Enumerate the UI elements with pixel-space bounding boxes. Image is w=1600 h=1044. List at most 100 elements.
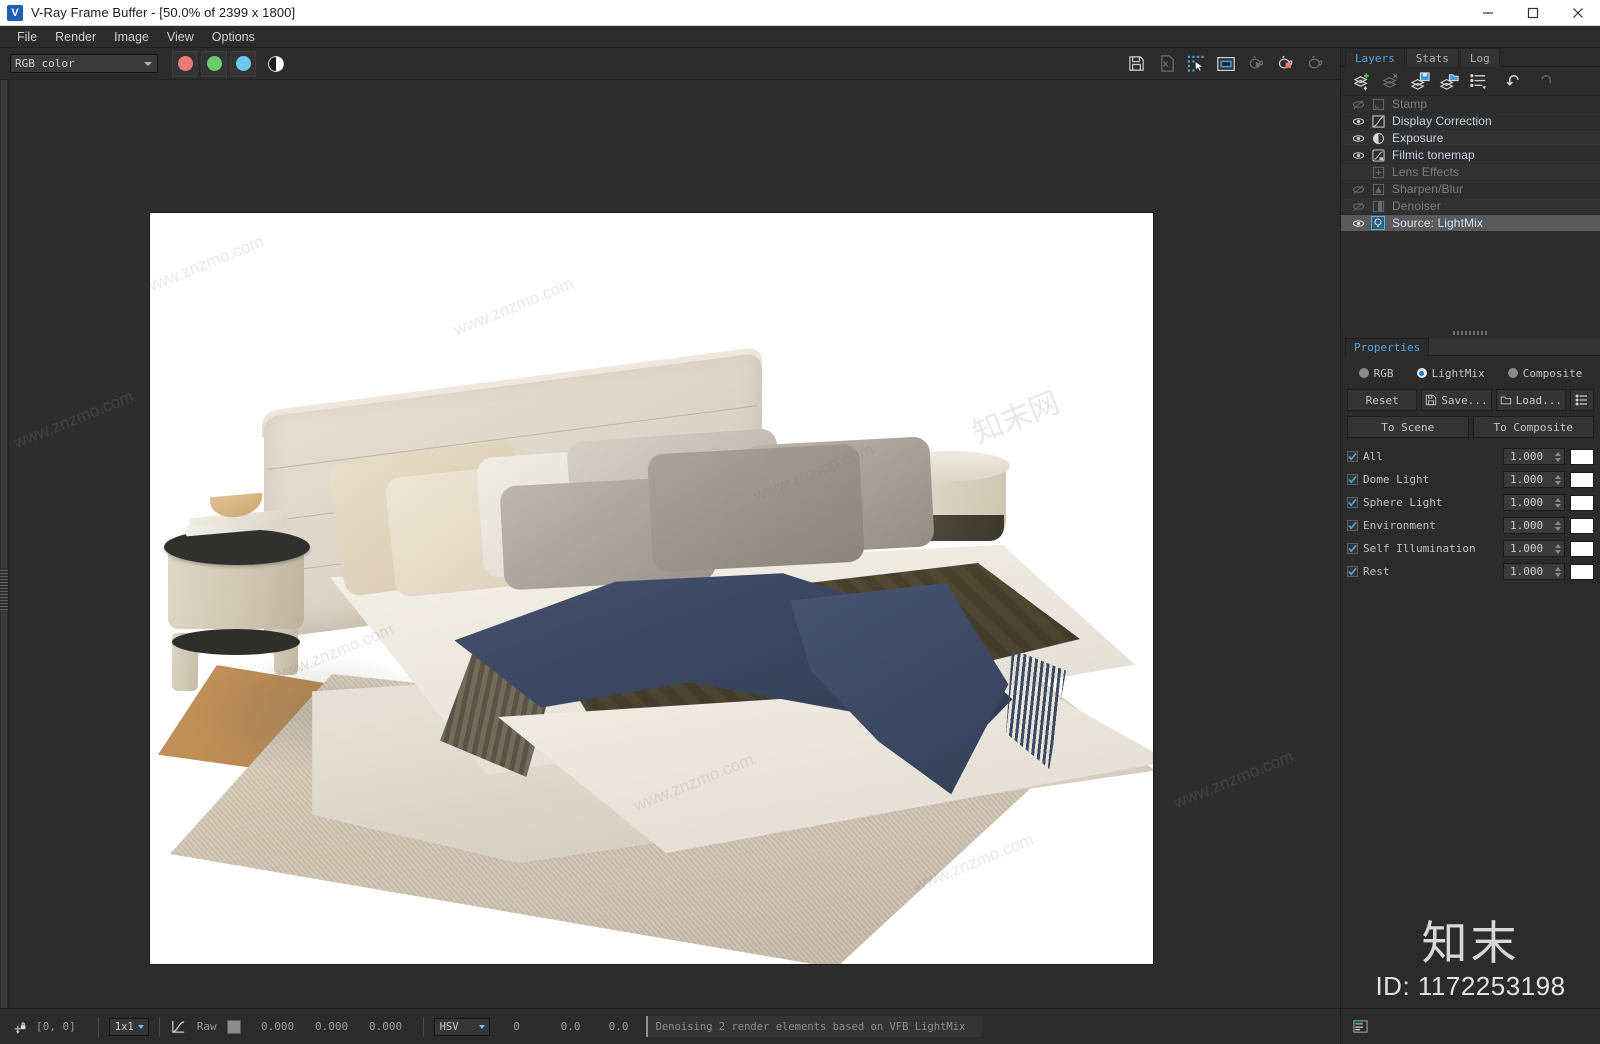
stepper-arrows-icon[interactable]: [1555, 543, 1561, 554]
delete-layer-icon[interactable]: [1378, 69, 1405, 93]
checkbox-checked-icon[interactable]: [1347, 520, 1358, 531]
light-color-swatch[interactable]: [1570, 563, 1594, 580]
divider: [422, 1016, 424, 1037]
visibility-off-icon[interactable]: [1347, 200, 1369, 213]
visibility-off-icon[interactable]: [1347, 183, 1369, 196]
list-menu-button[interactable]: [1569, 389, 1594, 411]
checkbox-checked-icon[interactable]: [1347, 497, 1358, 508]
stepper-arrows-icon[interactable]: [1555, 451, 1561, 462]
checkbox-checked-icon[interactable]: [1347, 543, 1358, 554]
load-button[interactable]: Load...: [1495, 389, 1566, 411]
menu-options[interactable]: Options: [203, 28, 264, 46]
channel-select-dropdown[interactable]: RGB color: [10, 54, 158, 73]
alpha-channel-button[interactable]: [264, 52, 288, 76]
save-image-icon[interactable]: [1122, 51, 1150, 77]
visibility-on-icon[interactable]: [1347, 115, 1369, 128]
layer-row[interactable]: Stamp: [1341, 96, 1600, 113]
redo-icon[interactable]: [1531, 69, 1558, 93]
light-color-swatch[interactable]: [1570, 540, 1594, 557]
radio-rgb[interactable]: RGB: [1358, 367, 1393, 380]
render-last-icon[interactable]: [1242, 51, 1270, 77]
undo-icon[interactable]: [1502, 69, 1529, 93]
pixel-lock-icon[interactable]: [12, 1019, 28, 1035]
stepper-arrows-icon[interactable]: [1555, 497, 1561, 508]
checkbox-checked-icon[interactable]: [1347, 451, 1358, 462]
panel-layout-icon[interactable]: [1353, 1019, 1368, 1034]
stepper-arrows-icon[interactable]: [1555, 474, 1561, 485]
tab-properties[interactable]: Properties: [1345, 338, 1430, 356]
radio-label: LightMix: [1431, 366, 1485, 380]
stepper-arrows-icon[interactable]: [1555, 520, 1561, 531]
close-button[interactable]: [1555, 0, 1600, 26]
layer-row[interactable]: Display Correction: [1341, 113, 1600, 130]
save-all-channels-icon[interactable]: [1152, 51, 1180, 77]
vertical-scrollbar[interactable]: [0, 80, 9, 1008]
intensity-stepper[interactable]: 1.000: [1503, 494, 1565, 511]
tab-log[interactable]: Log: [1459, 48, 1500, 67]
layer-row-selected[interactable]: Source: LightMix: [1341, 215, 1600, 232]
to-composite-button[interactable]: To Composite: [1472, 416, 1594, 438]
layer-row[interactable]: Filmic tonemap: [1341, 147, 1600, 164]
checkbox-checked-icon[interactable]: [1347, 474, 1358, 485]
color-mode-dropdown[interactable]: HSV: [433, 1017, 490, 1036]
color-curve-icon[interactable]: [170, 1018, 187, 1035]
render-icon[interactable]: [1272, 51, 1300, 77]
reset-button[interactable]: Reset: [1347, 389, 1418, 411]
green-channel-button[interactable]: [201, 50, 227, 77]
layer-row[interactable]: Denoiser: [1341, 198, 1600, 215]
menu-file[interactable]: File: [8, 28, 46, 46]
intensity-stepper[interactable]: 1.000: [1503, 448, 1565, 465]
layer-row[interactable]: Sharpen/Blur: [1341, 181, 1600, 198]
region-render-icon[interactable]: [1182, 51, 1210, 77]
layer-list[interactable]: Stamp Display Correction Exposure Filmic…: [1341, 95, 1600, 328]
model-id: ID: 1172253198: [1375, 971, 1566, 1001]
show-vfb-icon[interactable]: [1212, 51, 1240, 77]
stepper-arrows-icon[interactable]: [1555, 566, 1561, 577]
radio-composite[interactable]: Composite: [1507, 367, 1582, 380]
intensity-value: 1.000: [1510, 565, 1544, 578]
save-layer-icon[interactable]: [1407, 69, 1434, 93]
intensity-stepper[interactable]: 1.000: [1503, 540, 1565, 557]
to-scene-button[interactable]: To Scene: [1347, 416, 1469, 438]
render-stop-icon[interactable]: [1302, 51, 1330, 77]
visibility-on-icon[interactable]: [1347, 217, 1369, 230]
radio-lightmix[interactable]: LightMix: [1416, 366, 1485, 380]
add-layer-icon[interactable]: [1349, 69, 1376, 93]
visibility-on-icon[interactable]: [1347, 132, 1369, 145]
tab-layers[interactable]: Layers: [1345, 48, 1405, 67]
blue-channel-button[interactable]: [230, 50, 256, 77]
blue-dot-icon: [235, 56, 251, 71]
light-color-swatch[interactable]: [1570, 448, 1594, 465]
scrollbar-thumb[interactable]: [0, 568, 8, 610]
save-label: Save...: [1441, 393, 1488, 407]
save-button[interactable]: Save...: [1421, 389, 1492, 411]
intensity-stepper[interactable]: 1.000: [1503, 517, 1565, 534]
intensity-stepper[interactable]: 1.000: [1503, 471, 1565, 488]
minimize-button[interactable]: [1465, 0, 1510, 26]
menu-view[interactable]: View: [158, 28, 203, 46]
light-color-swatch[interactable]: [1570, 494, 1594, 511]
light-name: Rest: [1363, 565, 1390, 578]
maximize-button[interactable]: [1510, 0, 1555, 26]
intensity-stepper[interactable]: 1.000: [1503, 563, 1565, 580]
light-color-swatch[interactable]: [1570, 517, 1594, 534]
tab-stats[interactable]: Stats: [1405, 48, 1459, 67]
visibility-on-icon[interactable]: [1347, 149, 1369, 162]
red-channel-button[interactable]: [172, 50, 198, 77]
sample-size-dropdown[interactable]: 1x1: [108, 1017, 149, 1036]
panel-splitter[interactable]: [1341, 328, 1600, 338]
layer-list-icon[interactable]: [1465, 69, 1492, 93]
load-layer-icon[interactable]: [1436, 69, 1463, 93]
picked-color-swatch[interactable]: [226, 1019, 241, 1034]
light-name: Sphere Light: [1363, 496, 1443, 509]
visibility-off-icon[interactable]: [1347, 98, 1369, 111]
menu-render[interactable]: Render: [46, 28, 105, 46]
menu-image[interactable]: Image: [105, 28, 158, 46]
layer-toolbar: [1341, 67, 1600, 95]
rendered-image-canvas[interactable]: www.znzmo.com www.znzmo.com www.znzmo.co…: [150, 213, 1153, 964]
layer-row[interactable]: Exposure: [1341, 130, 1600, 147]
checkbox-checked-icon[interactable]: [1347, 566, 1358, 577]
light-color-swatch[interactable]: [1570, 471, 1594, 488]
layer-row[interactable]: Lens Effects: [1341, 164, 1600, 181]
render-image-area[interactable]: www.znzmo.com www.znzmo.com www.znzmo.co…: [0, 80, 1340, 1008]
